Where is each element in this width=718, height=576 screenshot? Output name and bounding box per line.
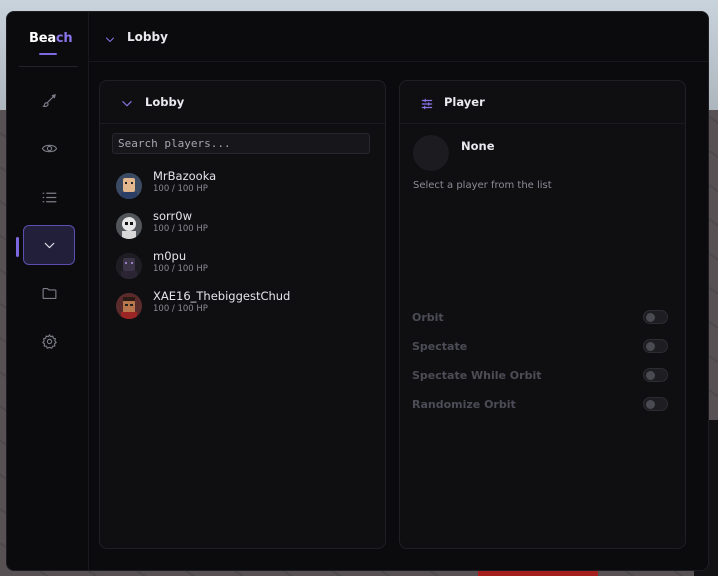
avatar (116, 253, 142, 279)
lobby-panel-header[interactable]: Lobby (100, 81, 385, 124)
brush-icon (42, 93, 56, 107)
topbar: Lobby (89, 12, 708, 62)
player-name: XAE16_ThebiggestChud (153, 289, 291, 303)
player-panel: Player None Select a player from the lis… (399, 80, 686, 549)
toggle-row-orbit: Orbit (412, 310, 668, 326)
selected-player-name: None (461, 139, 495, 153)
list-icon (42, 192, 56, 202)
brand-logo: Beach (29, 31, 73, 46)
sliders-icon (420, 96, 434, 110)
toggle-row-spectate-while-orbit: Spectate While Orbit (412, 368, 668, 384)
sidebar-item-list[interactable] (23, 177, 75, 217)
lobby-panel: Lobby MrBazooka 100 / 100 HP sorr0w 100 … (99, 80, 386, 549)
player-panel-header: Player (400, 81, 685, 124)
player-name: MrBazooka (153, 169, 217, 183)
toggle-label: Spectate (412, 340, 468, 353)
toggle-label: Randomize Orbit (412, 398, 516, 411)
avatar (116, 173, 142, 199)
chevron-down-icon (120, 96, 134, 110)
gear-icon (41, 333, 57, 349)
orbit-toggle[interactable] (643, 310, 668, 324)
sidebar-item-settings[interactable] (23, 321, 75, 361)
sidebar-item-files[interactable] (23, 273, 75, 313)
spectate-toggle[interactable] (643, 339, 668, 353)
chevron-down-icon (44, 242, 54, 248)
toggle-row-randomize-orbit: Randomize Orbit (412, 397, 668, 413)
avatar (116, 293, 142, 319)
player-hp: 100 / 100 HP (153, 264, 208, 274)
player-name: sorr0w (153, 209, 193, 223)
search-players-input[interactable] (112, 133, 370, 154)
player-row-xae16[interactable]: XAE16_ThebiggestChud 100 / 100 HP (112, 289, 374, 325)
randomize-orbit-toggle[interactable] (643, 397, 668, 411)
chevron-down-icon[interactable] (104, 31, 116, 43)
player-panel-title: Player (444, 95, 485, 109)
sidebar-item-lobby[interactable] (23, 225, 75, 265)
spectate-while-orbit-toggle[interactable] (643, 368, 668, 382)
player-hp: 100 / 100 HP (153, 304, 208, 314)
player-row-m0pu[interactable]: m0pu 100 / 100 HP (112, 249, 374, 285)
sidebar-item-view[interactable] (23, 128, 75, 168)
player-hp: 100 / 100 HP (153, 184, 208, 194)
selected-player-avatar (413, 135, 449, 171)
page-title: Lobby (127, 30, 168, 44)
player-row-sorr0w[interactable]: sorr0w 100 / 100 HP (112, 209, 374, 245)
avatar (116, 213, 142, 239)
toggle-label: Orbit (412, 311, 444, 324)
sidebar: Beach (7, 12, 89, 570)
folder-icon (42, 287, 56, 299)
player-row-mrbazooka[interactable]: MrBazooka 100 / 100 HP (112, 169, 374, 205)
sidebar-item-visuals[interactable] (23, 80, 75, 120)
lobby-panel-title: Lobby (145, 95, 185, 109)
selected-player-hint: Select a player from the list (413, 180, 552, 191)
toggle-label: Spectate While Orbit (412, 369, 542, 382)
active-indicator (16, 237, 19, 257)
brand-underline (39, 53, 57, 55)
toggle-row-spectate: Spectate (412, 339, 668, 355)
eye-icon (41, 144, 57, 152)
player-name: m0pu (153, 249, 187, 263)
beach-window: Beach Lobby Lobby Search players... MrBa… (6, 11, 709, 571)
player-hp: 100 / 100 HP (153, 224, 208, 234)
divider (19, 66, 78, 67)
